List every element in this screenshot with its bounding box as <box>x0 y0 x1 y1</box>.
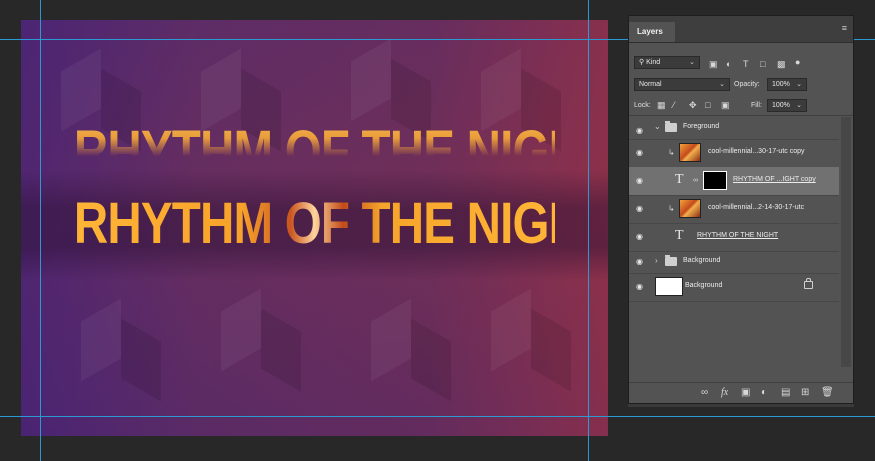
clipping-arrow-icon: ↳ <box>668 204 675 213</box>
lock-icon <box>804 278 813 289</box>
lock-artboard-icon[interactable]: □ <box>705 100 710 110</box>
layer-row-image[interactable]: ◉ ↳ cool-millennial...2-14-30-17-utc <box>629 195 839 224</box>
tab-layers-label: Layers <box>637 27 663 36</box>
filter-pixel-icon[interactable]: ▣ <box>709 59 718 69</box>
clipping-arrow-icon: ↳ <box>668 148 675 157</box>
lock-paint-icon[interactable]: ⁄ <box>673 100 675 110</box>
fill-value: 100% <box>772 102 790 109</box>
visibility-eye-icon[interactable]: ◉ <box>636 257 646 267</box>
bg-cube <box>221 288 261 372</box>
visibility-eye-icon[interactable]: ◉ <box>636 282 646 292</box>
lock-label: Lock: <box>634 102 651 109</box>
filter-kind-value: Kind <box>646 59 661 66</box>
bg-cube <box>411 318 451 402</box>
layer-thumbnail <box>679 143 701 162</box>
adjustment-icon[interactable]: ◐ <box>761 387 767 398</box>
title-reflection-text: RHYTHM OF THE NIGHT <box>74 120 555 156</box>
filter-kind-dropdown[interactable]: ⚲ Kind ⌄ <box>634 56 700 69</box>
search-icon: ⚲ <box>639 59 645 66</box>
mask-icon[interactable]: ▣ <box>741 387 750 398</box>
layer-row-foreground-group[interactable]: ◉ ⌄ Foreground <box>629 117 839 140</box>
lock-position-icon[interactable]: ✥ <box>689 100 697 110</box>
bg-cube <box>81 298 121 382</box>
panel-menu-icon[interactable]: ≡ <box>842 24 847 33</box>
layer-name: cool-millennial...2-14-30-17-utc <box>708 204 805 211</box>
filter-type-icon[interactable]: T <box>743 59 749 69</box>
fill-field[interactable]: 100% ⌄ <box>767 99 807 112</box>
opacity-field[interactable]: 100% ⌄ <box>767 78 807 91</box>
layer-row-text-copy[interactable]: ◉ T ∞ RHYTHM OF ...IGHT copy <box>629 167 839 196</box>
blend-mode-value: Normal <box>639 81 662 88</box>
folder-icon[interactable]: ▤ <box>781 387 790 398</box>
panel-header: Layers ≡ <box>629 16 853 43</box>
link-icon[interactable]: ∞ <box>701 387 708 398</box>
type-layer-icon: T <box>675 172 684 187</box>
filter-toggle-icon[interactable]: ● <box>795 57 800 67</box>
layer-name: RHYTHM OF THE NIGHT <box>697 232 779 239</box>
layer-thumbnail <box>655 277 683 296</box>
opacity-value: 100% <box>772 81 790 88</box>
scrollbar[interactable] <box>841 117 851 367</box>
visibility-eye-icon[interactable]: ◉ <box>636 204 646 214</box>
folder-icon <box>665 121 677 132</box>
panel-footer: ∞ fx ▣ ◐ ▤ ⊞ 🗑 <box>629 382 853 403</box>
blend-mode-dropdown[interactable]: Normal ⌄ <box>634 78 730 91</box>
opacity-label: Opacity: <box>734 81 760 88</box>
bg-cube <box>121 318 161 402</box>
chevron-down-icon: ⌄ <box>796 81 802 88</box>
guide-horizontal[interactable] <box>0 416 875 417</box>
chevron-down-icon: ⌄ <box>796 102 802 109</box>
chevron-down-icon: ⌄ <box>719 81 725 88</box>
layer-name: cool-millennial...30-17-utc copy <box>708 148 805 155</box>
mask-link-icon[interactable]: ∞ <box>693 176 698 186</box>
bg-cube <box>491 288 531 372</box>
layer-thumbnail <box>679 199 701 218</box>
layer-name: Background <box>685 282 723 289</box>
bg-cube <box>371 298 411 382</box>
filter-adjustment-icon[interactable]: ◐ <box>726 59 731 69</box>
type-layer-icon: T <box>675 228 684 243</box>
layer-row-text[interactable]: ◉ T RHYTHM OF THE NIGHT <box>629 223 839 252</box>
visibility-eye-icon[interactable]: ◉ <box>636 232 646 242</box>
bg-cube <box>531 308 571 392</box>
folder-icon <box>665 255 677 266</box>
layer-row-image-copy[interactable]: ◉ ↳ cool-millennial...30-17-utc copy <box>629 139 839 168</box>
guide-vertical[interactable] <box>588 0 589 461</box>
layer-row-background-group[interactable]: ◉ › Background <box>629 251 839 274</box>
layer-name: RHYTHM OF ...IGHT copy <box>733 176 816 183</box>
guide-vertical[interactable] <box>40 0 41 461</box>
visibility-eye-icon[interactable]: ◉ <box>636 176 646 186</box>
visibility-eye-icon[interactable]: ◉ <box>636 126 646 136</box>
layer-row-background[interactable]: ◉ Background <box>629 273 839 302</box>
new-layer-icon[interactable]: ⊞ <box>801 387 809 398</box>
filter-shape-icon[interactable]: □ <box>760 59 765 69</box>
trash-icon[interactable]: 🗑 <box>821 387 834 398</box>
bg-cube <box>261 308 301 392</box>
divider <box>629 115 853 116</box>
chevron-right-icon[interactable]: › <box>655 256 658 265</box>
fx-icon[interactable]: fx <box>721 387 728 398</box>
title-text: RHYTHM OF THE NIGHT <box>73 191 608 256</box>
chevron-down-icon: ⌄ <box>689 59 695 66</box>
layer-name: Foreground <box>683 123 720 130</box>
chevron-down-icon[interactable]: ⌄ <box>654 122 661 131</box>
document-canvas[interactable]: RHYTHM OF THE NIGHT RHYTHM OF THE NIGHT <box>21 20 608 436</box>
layer-mask-thumbnail[interactable] <box>703 171 727 190</box>
layers-panel: Layers ≡ ⚲ Kind ⌄ ▣ ◐ T □ ▩ ● Normal ⌄ O… <box>628 15 854 404</box>
fill-label: Fill: <box>751 102 762 109</box>
bg-cube <box>351 38 391 122</box>
panel-bottom-bar <box>628 404 854 407</box>
tab-layers[interactable]: Layers <box>629 22 675 42</box>
lock-transparent-icon[interactable]: ▦ <box>657 100 666 110</box>
filter-smartobject-icon[interactable]: ▩ <box>777 59 786 69</box>
visibility-eye-icon[interactable]: ◉ <box>636 148 646 158</box>
layer-name: Background <box>683 257 721 264</box>
lock-all-icon[interactable]: ▣ <box>721 100 730 110</box>
